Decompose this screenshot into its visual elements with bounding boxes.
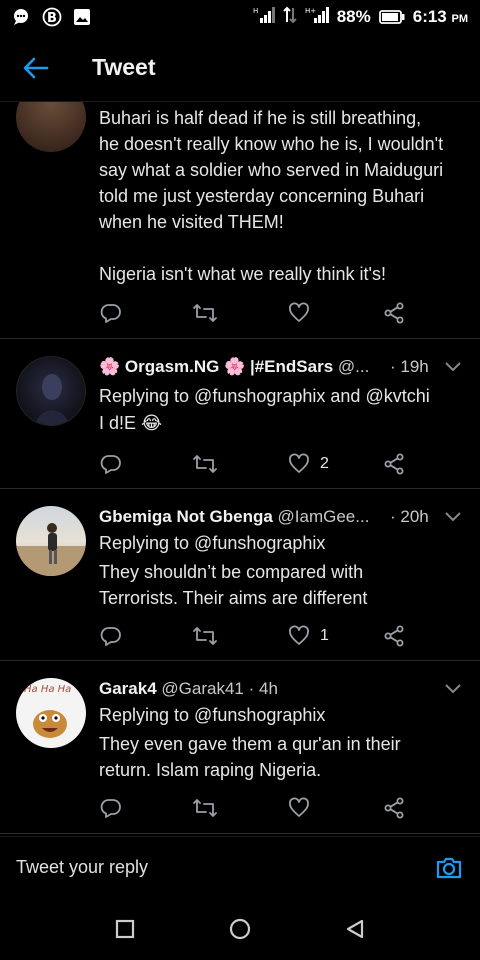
replying-to[interactable]: Replying to @funshographix and @kvtchi [99,383,469,409]
tweet-header: Gbemiga Not Gbenga @IamGee... [99,507,439,527]
chevron-down-icon[interactable] [444,361,462,373]
like-button[interactable] [288,795,320,821]
back-button[interactable] [0,34,72,102]
share-icon [384,797,404,819]
reply-button[interactable] [100,451,122,477]
like-button[interactable] [288,300,320,326]
tweet-item[interactable]: Ha Ha Ha Garak4 @Garak41 · 4h Replying t… [0,661,480,834]
avatar[interactable] [16,102,86,152]
tweet-header: Garak4 @Garak41 · 4h [99,679,439,699]
image-icon [72,8,92,26]
reply-button[interactable] [100,623,122,649]
heart-icon [289,625,309,645]
tweet-actions [100,795,420,821]
retweet-button[interactable] [192,795,218,821]
reply-icon [100,799,121,818]
display-name[interactable]: Gbemiga Not Gbenga [99,507,273,526]
like-button[interactable]: 1 [288,623,329,649]
reply-icon [100,455,121,474]
retweet-icon [193,799,217,817]
tweet-item[interactable]: Buhari is half dead if he is still breat… [0,102,480,339]
tweet-actions: 1 [100,623,420,649]
data-arrows-icon [282,6,297,29]
top-app-bar: Tweet [0,34,480,102]
like-button[interactable]: 2 [288,451,329,477]
chevron-down-icon[interactable] [444,683,462,695]
user-handle[interactable]: @IamGee... [278,507,370,526]
retweet-button[interactable] [192,451,218,477]
svg-text:H: H [253,7,258,15]
back-triangle-icon[interactable] [344,918,366,940]
reply-button[interactable] [100,795,122,821]
tweet-item[interactable]: Gbemiga Not Gbenga @IamGee... · 20h Repl… [0,489,480,661]
signal-h-plus-icon: H+ [305,6,329,29]
heart-icon [289,302,309,322]
retweet-button[interactable] [192,300,218,326]
battery-percent: 88% [336,7,371,26]
home-circle-icon[interactable] [228,917,252,941]
page-title: Tweet [92,54,156,80]
display-name[interactable]: Garak4 [99,679,157,698]
user-handle[interactable]: @Garak41 [161,679,243,698]
arrow-left-icon [23,57,49,78]
tweet-header: 🌸 Orgasm.NG 🌸 |#EndSars @... [99,357,439,377]
share-button[interactable] [383,623,405,649]
like-count: 1 [320,627,329,644]
timestamp: · 19h [390,357,429,376]
display-name[interactable]: 🌸 Orgasm.NG 🌸 |#EndSars [99,357,333,376]
retweet-button[interactable] [192,623,218,649]
svg-text:H+: H+ [305,7,316,15]
avatar[interactable] [16,356,86,426]
reply-button[interactable] [100,300,122,326]
retweet-icon [193,304,217,322]
reply-icon [100,627,121,646]
user-handle[interactable]: @... [338,357,369,376]
reply-thread[interactable]: Buhari is half dead if he is still breat… [0,102,480,836]
reply-composer[interactable]: Tweet your reply [0,836,480,898]
signal-h-icon: H [253,6,275,29]
system-nav-bar [0,898,480,960]
tweet-text: They shouldn’t be compared with Terroris… [99,562,368,608]
retweet-icon [193,627,217,645]
tweet-text: I d!E 😂 [99,413,163,433]
tweet-item[interactable]: 🌸 Orgasm.NG 🌸 |#EndSars @... · 19h Reply… [0,339,480,489]
share-button[interactable] [383,451,405,477]
share-icon [384,302,404,324]
replying-to[interactable]: Replying to @funshographix [99,702,469,728]
clock: 6:13 PM [412,7,468,26]
camera-icon[interactable] [434,853,464,883]
avatar[interactable]: Ha Ha Ha [16,678,86,748]
svg-text:Ha Ha Ha: Ha Ha Ha [24,684,71,695]
reply-input[interactable]: Tweet your reply [16,857,148,878]
tweet-text: Buhari is half dead if he is still breat… [99,108,444,284]
share-button[interactable] [383,795,405,821]
timestamp: · 4h [248,679,278,698]
b-badge-icon: B [42,7,62,27]
reply-icon [100,304,121,323]
retweet-icon [193,455,217,473]
status-bar: B H H+ 88% 6:13 PM [0,0,480,34]
timestamp: · 20h [390,507,429,526]
tweet-text: They even gave them a qur'an in their re… [99,734,401,780]
heart-icon [289,797,309,817]
avatar[interactable] [16,506,86,576]
chat-bubble-icon [12,8,32,26]
svg-text:B: B [47,11,57,26]
heart-icon [289,453,309,473]
share-button[interactable] [383,300,405,326]
tweet-actions: 2 [100,451,420,477]
recents-square-icon[interactable] [114,918,136,940]
share-icon [384,453,404,475]
like-count: 2 [320,455,329,472]
chevron-down-icon[interactable] [444,511,462,523]
battery-icon [378,9,405,25]
share-icon [384,625,404,647]
replying-to[interactable]: Replying to @funshographix [99,530,469,556]
tweet-actions [100,300,420,326]
